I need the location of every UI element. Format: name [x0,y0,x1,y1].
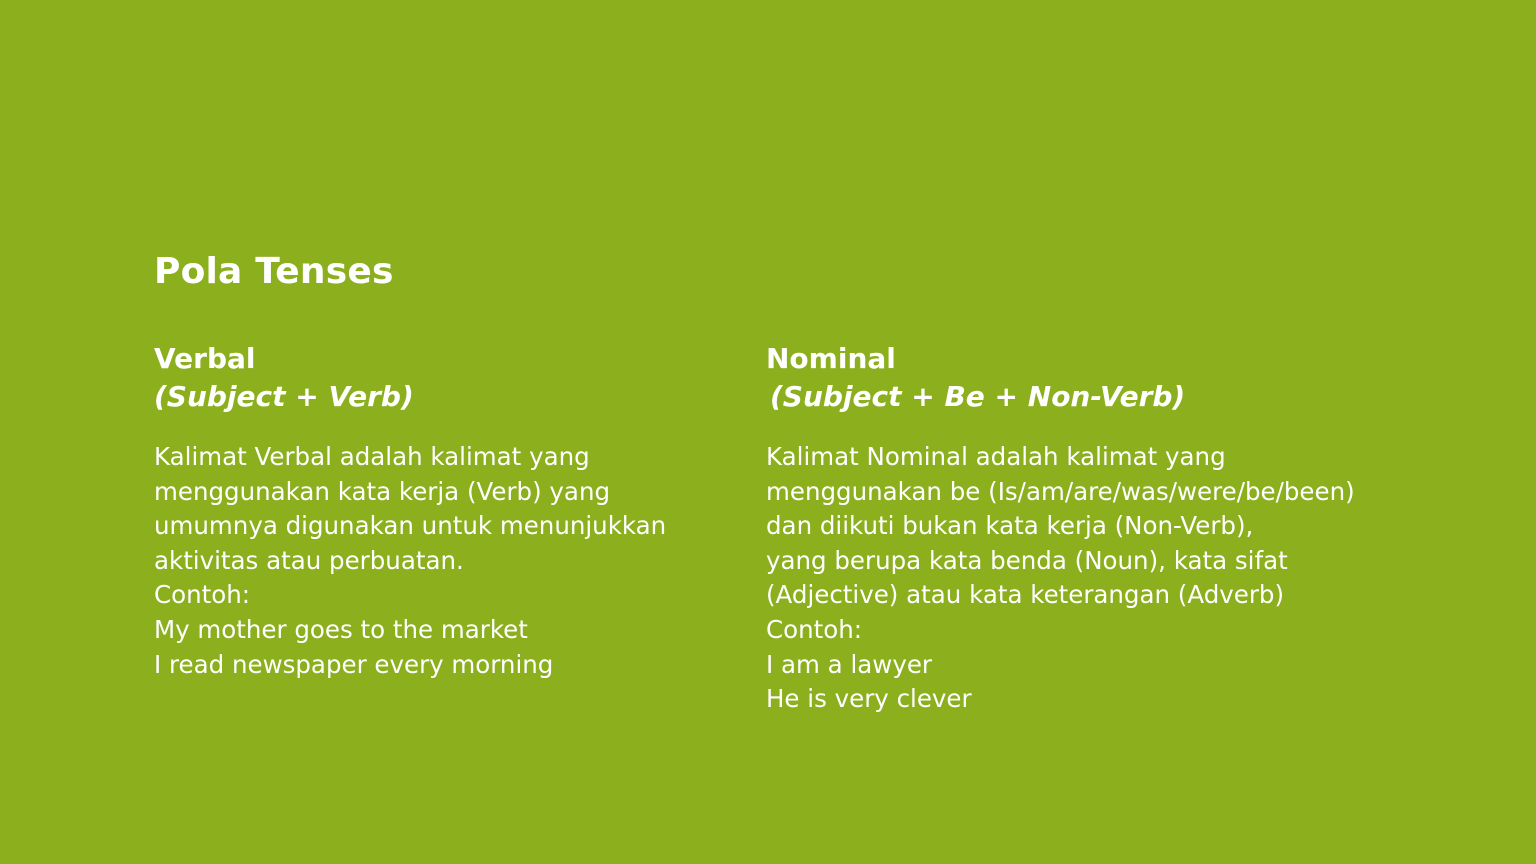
verbal-line: umumnya digunakan untuk menunjukkan [154,511,667,541]
slide: Pola Tenses Verbal (Subject + Verb) Kali… [0,0,1536,864]
nominal-line: Kalimat Nominal adalah kalimat yang [766,442,1226,471]
nominal-heading: Nominal [766,342,896,375]
verbal-line: menggunakan kata kerja (Verb) yang [154,476,611,506]
verbal-example: My mother goes to the market [154,614,528,644]
verbal-column: Verbal (Subject + Verb) Kalimat Verbal a… [154,340,714,682]
verbal-description: Kalimat Verbal adalah kalimat yang mengg… [154,440,714,682]
nominal-example-label: Contoh: [766,614,863,644]
nominal-column: Nominal (Subject + Be + Non-Verb) Kalima… [766,340,1426,717]
verbal-pattern: (Subject + Verb) [154,380,414,413]
nominal-line: yang berupa kata benda (Noun), kata sifa… [766,545,1288,575]
nominal-example: I am a lawyer [766,649,932,679]
nominal-pattern: (Subject + Be + Non-Verb) [770,380,1186,413]
nominal-line: dan diikuti bukan kata kerja (Non-Verb), [766,511,1254,541]
nominal-line: (Adjective) atau kata keterangan (Adverb… [766,580,1285,610]
verbal-example-label: Contoh: [154,580,251,610]
verbal-example: I read newspaper every morning [154,649,554,679]
nominal-description: Kalimat Nominal adalah kalimat yang meng… [766,440,1426,717]
verbal-line: Kalimat Verbal adalah kalimat yang [154,442,590,471]
verbal-line: aktivitas atau perbuatan. [154,545,464,575]
nominal-line: menggunakan be (Is/am/are/was/were/be/be… [766,476,1355,506]
verbal-heading: Verbal [154,342,256,375]
slide-title: Pola Tenses [154,251,394,292]
nominal-example: He is very clever [766,684,972,714]
